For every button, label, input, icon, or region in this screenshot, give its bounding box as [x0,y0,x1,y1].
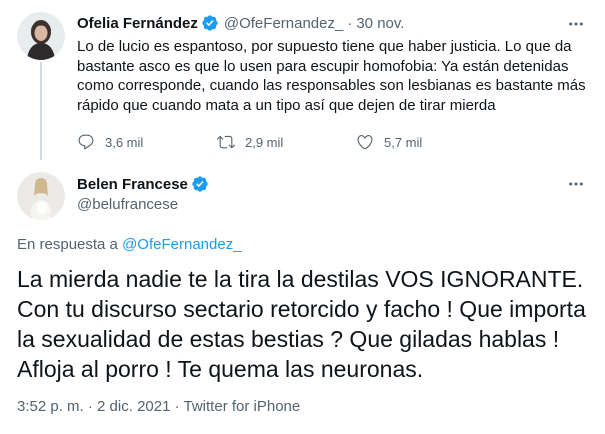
parent-author-avatar[interactable] [17,12,65,60]
parent-author-handle[interactable]: @OfeFernandez_ [224,15,343,32]
parent-tweet-header: Ofelia Fernández @OfeFernandez_ · 30 nov… [77,13,404,33]
header-separator: · [347,14,353,32]
more-options-icon [569,182,583,186]
in-reply-handle-link[interactable]: @OfeFernandez_ [122,236,241,253]
parent-tweet-date[interactable]: 30 nov. [356,15,404,32]
reply-button[interactable]: 3,6 mil [77,133,217,151]
parent-more-options-button[interactable] [566,14,586,34]
in-reply-prefix: En respuesta a [17,236,118,253]
main-tweet-text: La mierda nadie te la tira la destilas V… [17,266,586,382]
main-author-avatar[interactable] [17,172,65,220]
more-options-icon [569,22,583,26]
main-author-handle[interactable]: @belufrancese [77,196,178,213]
meta-separator: · [87,398,93,415]
retweet-icon [217,135,235,149]
verified-badge-icon [192,176,208,192]
verified-badge-icon [202,15,218,31]
retweet-button[interactable]: 2,9 mil [217,133,356,151]
retweet-count: 2,9 mil [245,134,284,150]
like-icon [357,135,373,150]
tweet-date[interactable]: 2 dic. 2021 [97,398,170,415]
meta-separator: · [174,398,180,415]
thread-connector-line [40,62,42,160]
reply-count: 3,6 mil [105,134,144,150]
in-reply-to-line: En respuesta a @OfeFernandez_ [17,236,242,253]
like-button[interactable]: 5,7 mil [356,133,422,151]
tweet-time[interactable]: 3:52 p. m. [17,398,84,415]
reply-icon [78,134,94,150]
parent-tweet-text: Lo de lucio es espantoso, por supuesto t… [77,38,586,114]
like-count: 5,7 mil [384,134,423,150]
parent-tweet-actions: 3,6 mil 2,9 mil 5,7 mil [77,132,422,152]
main-author-name[interactable]: Belen Francese [77,176,188,193]
tweet-source[interactable]: Twitter for iPhone [184,398,301,415]
tweet-metadata: 3:52 p. m. · 2 dic. 2021 · Twitter for i… [17,398,300,415]
parent-author-name[interactable]: Ofelia Fernández [77,15,198,32]
main-author-name-row: Belen Francese [77,175,209,193]
main-more-options-button[interactable] [566,174,586,194]
